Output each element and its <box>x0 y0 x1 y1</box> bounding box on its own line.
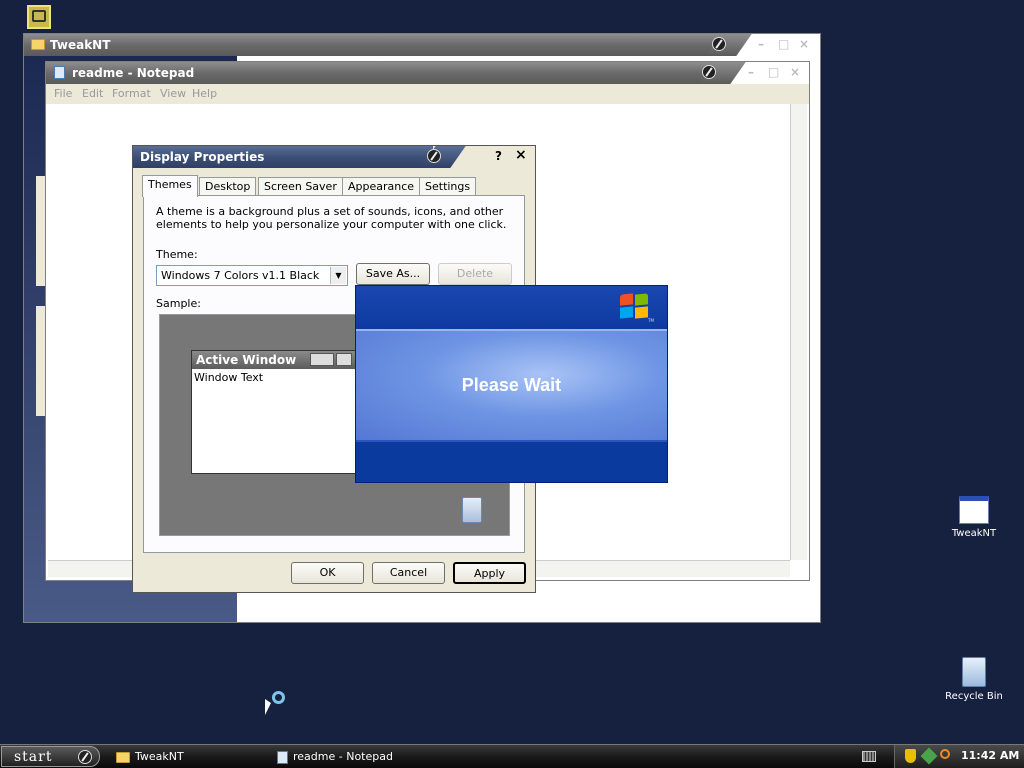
notepad-vscrollbar[interactable] <box>790 104 807 560</box>
monitor-icon <box>32 10 46 22</box>
taskbar-item-tweaknt[interactable]: TweakNT <box>116 747 271 767</box>
start-orb-icon <box>78 750 92 764</box>
menu-format[interactable]: Format <box>112 87 151 100</box>
close-button[interactable]: × <box>790 65 800 79</box>
theme-select-value: Windows 7 Colors v1.1 Black <box>161 269 320 282</box>
desktop-icon-label: Recycle Bin <box>945 691 1003 702</box>
close-button[interactable]: × <box>515 147 527 163</box>
tab-themes[interactable]: Themes <box>142 175 198 197</box>
desktop-icon-tweaknt[interactable]: TweakNT <box>944 496 1004 539</box>
mouse-cursor-icon <box>265 699 271 715</box>
theme-select[interactable]: Windows 7 Colors v1.1 Black ▼ <box>156 265 348 286</box>
apply-button[interactable]: Apply <box>453 562 526 584</box>
minimize-button[interactable]: – <box>748 65 754 79</box>
notepad-title: readme - Notepad <box>72 66 195 80</box>
display-properties-title: Display Properties <box>140 150 265 164</box>
display-properties-titlebar[interactable]: Display Properties ? × <box>133 146 535 168</box>
sample-active-window: Active Window Window Text <box>191 350 361 474</box>
help-button[interactable]: ? <box>495 149 502 163</box>
sample-window-text: Window Text <box>194 371 264 384</box>
ok-button[interactable]: OK <box>291 562 364 584</box>
desktop-icon-label: TweakNT <box>951 528 997 539</box>
menu-edit[interactable]: Edit <box>82 87 103 100</box>
menu-help[interactable]: Help <box>192 87 217 100</box>
sample-active-window-titlebar: Active Window <box>192 351 360 369</box>
tab-screen-saver[interactable]: Screen Saver <box>258 177 343 195</box>
menu-file[interactable]: File <box>54 87 72 100</box>
notepad-titlebar[interactable]: readme - Notepad – □ × <box>46 62 809 84</box>
taskbar-item-label: TweakNT <box>135 750 184 763</box>
taskbar-item-label: readme - Notepad <box>293 750 393 763</box>
taskbar-item-notepad[interactable]: readme - Notepad <box>277 747 437 767</box>
security-shield-icon[interactable] <box>905 749 916 763</box>
menu-circle-icon[interactable] <box>712 37 726 51</box>
maximize-button[interactable]: □ <box>778 37 789 51</box>
network-icon[interactable] <box>920 747 938 765</box>
maximize-icon <box>336 353 352 366</box>
menu-circle-icon[interactable] <box>702 65 716 79</box>
please-wait-message: Please Wait <box>461 375 562 395</box>
cancel-button[interactable]: Cancel <box>372 562 445 584</box>
desktop-icon-recycle-bin[interactable]: Recycle Bin <box>938 657 1010 702</box>
delete-button[interactable]: Delete <box>438 263 512 285</box>
busy-spinner-icon <box>272 691 285 704</box>
tab-settings[interactable]: Settings <box>419 177 477 195</box>
sample-label: Sample: <box>156 297 201 310</box>
menu-circle-icon[interactable] <box>427 149 441 163</box>
start-label: start <box>14 749 53 765</box>
sample-active-window-title: Active Window <box>196 353 297 367</box>
start-button[interactable]: start <box>1 746 100 767</box>
notepad-icon <box>54 66 65 79</box>
notepad-menubar: File Edit Format View Help <box>46 84 809 104</box>
system-tray: 11:42 AM <box>894 745 1024 768</box>
tab-desktop[interactable]: Desktop <box>199 177 257 195</box>
please-wait-dialog: Please Wait TM <box>355 285 668 483</box>
windows-logo-icon <box>620 293 650 320</box>
minimize-button[interactable]: – <box>758 37 764 51</box>
notepad-icon <box>277 750 288 764</box>
recycle-bin-icon <box>962 657 986 687</box>
recycle-bin-icon <box>462 497 482 523</box>
trademark-label: TM <box>648 318 654 323</box>
tweaknt-titlebar[interactable]: TweakNT – □ × <box>24 34 820 56</box>
folder-icon <box>116 751 130 763</box>
theme-label: Theme: <box>156 248 198 261</box>
close-button[interactable]: × <box>799 37 809 51</box>
keyboard-icon[interactable] <box>862 751 876 762</box>
tab-appearance[interactable]: Appearance <box>342 177 421 195</box>
application-window-icon <box>959 496 989 524</box>
theme-description: A theme is a background plus a set of so… <box>156 205 507 231</box>
taskbar: start TweakNT readme - Notepad 11:42 AM <box>0 744 1024 768</box>
clock[interactable]: 11:42 AM <box>961 749 1019 762</box>
maximize-button[interactable]: □ <box>768 65 779 79</box>
save-as-button[interactable]: Save As... <box>356 263 430 285</box>
desktop-app-icon[interactable] <box>27 5 51 29</box>
menu-view[interactable]: View <box>160 87 186 100</box>
minimize-icon <box>310 353 334 366</box>
tweaknt-title: TweakNT <box>50 38 111 52</box>
search-icon[interactable] <box>940 749 950 759</box>
chevron-down-icon[interactable]: ▼ <box>330 267 346 284</box>
folder-icon <box>31 39 45 50</box>
please-wait-panel: Please Wait <box>356 329 667 442</box>
